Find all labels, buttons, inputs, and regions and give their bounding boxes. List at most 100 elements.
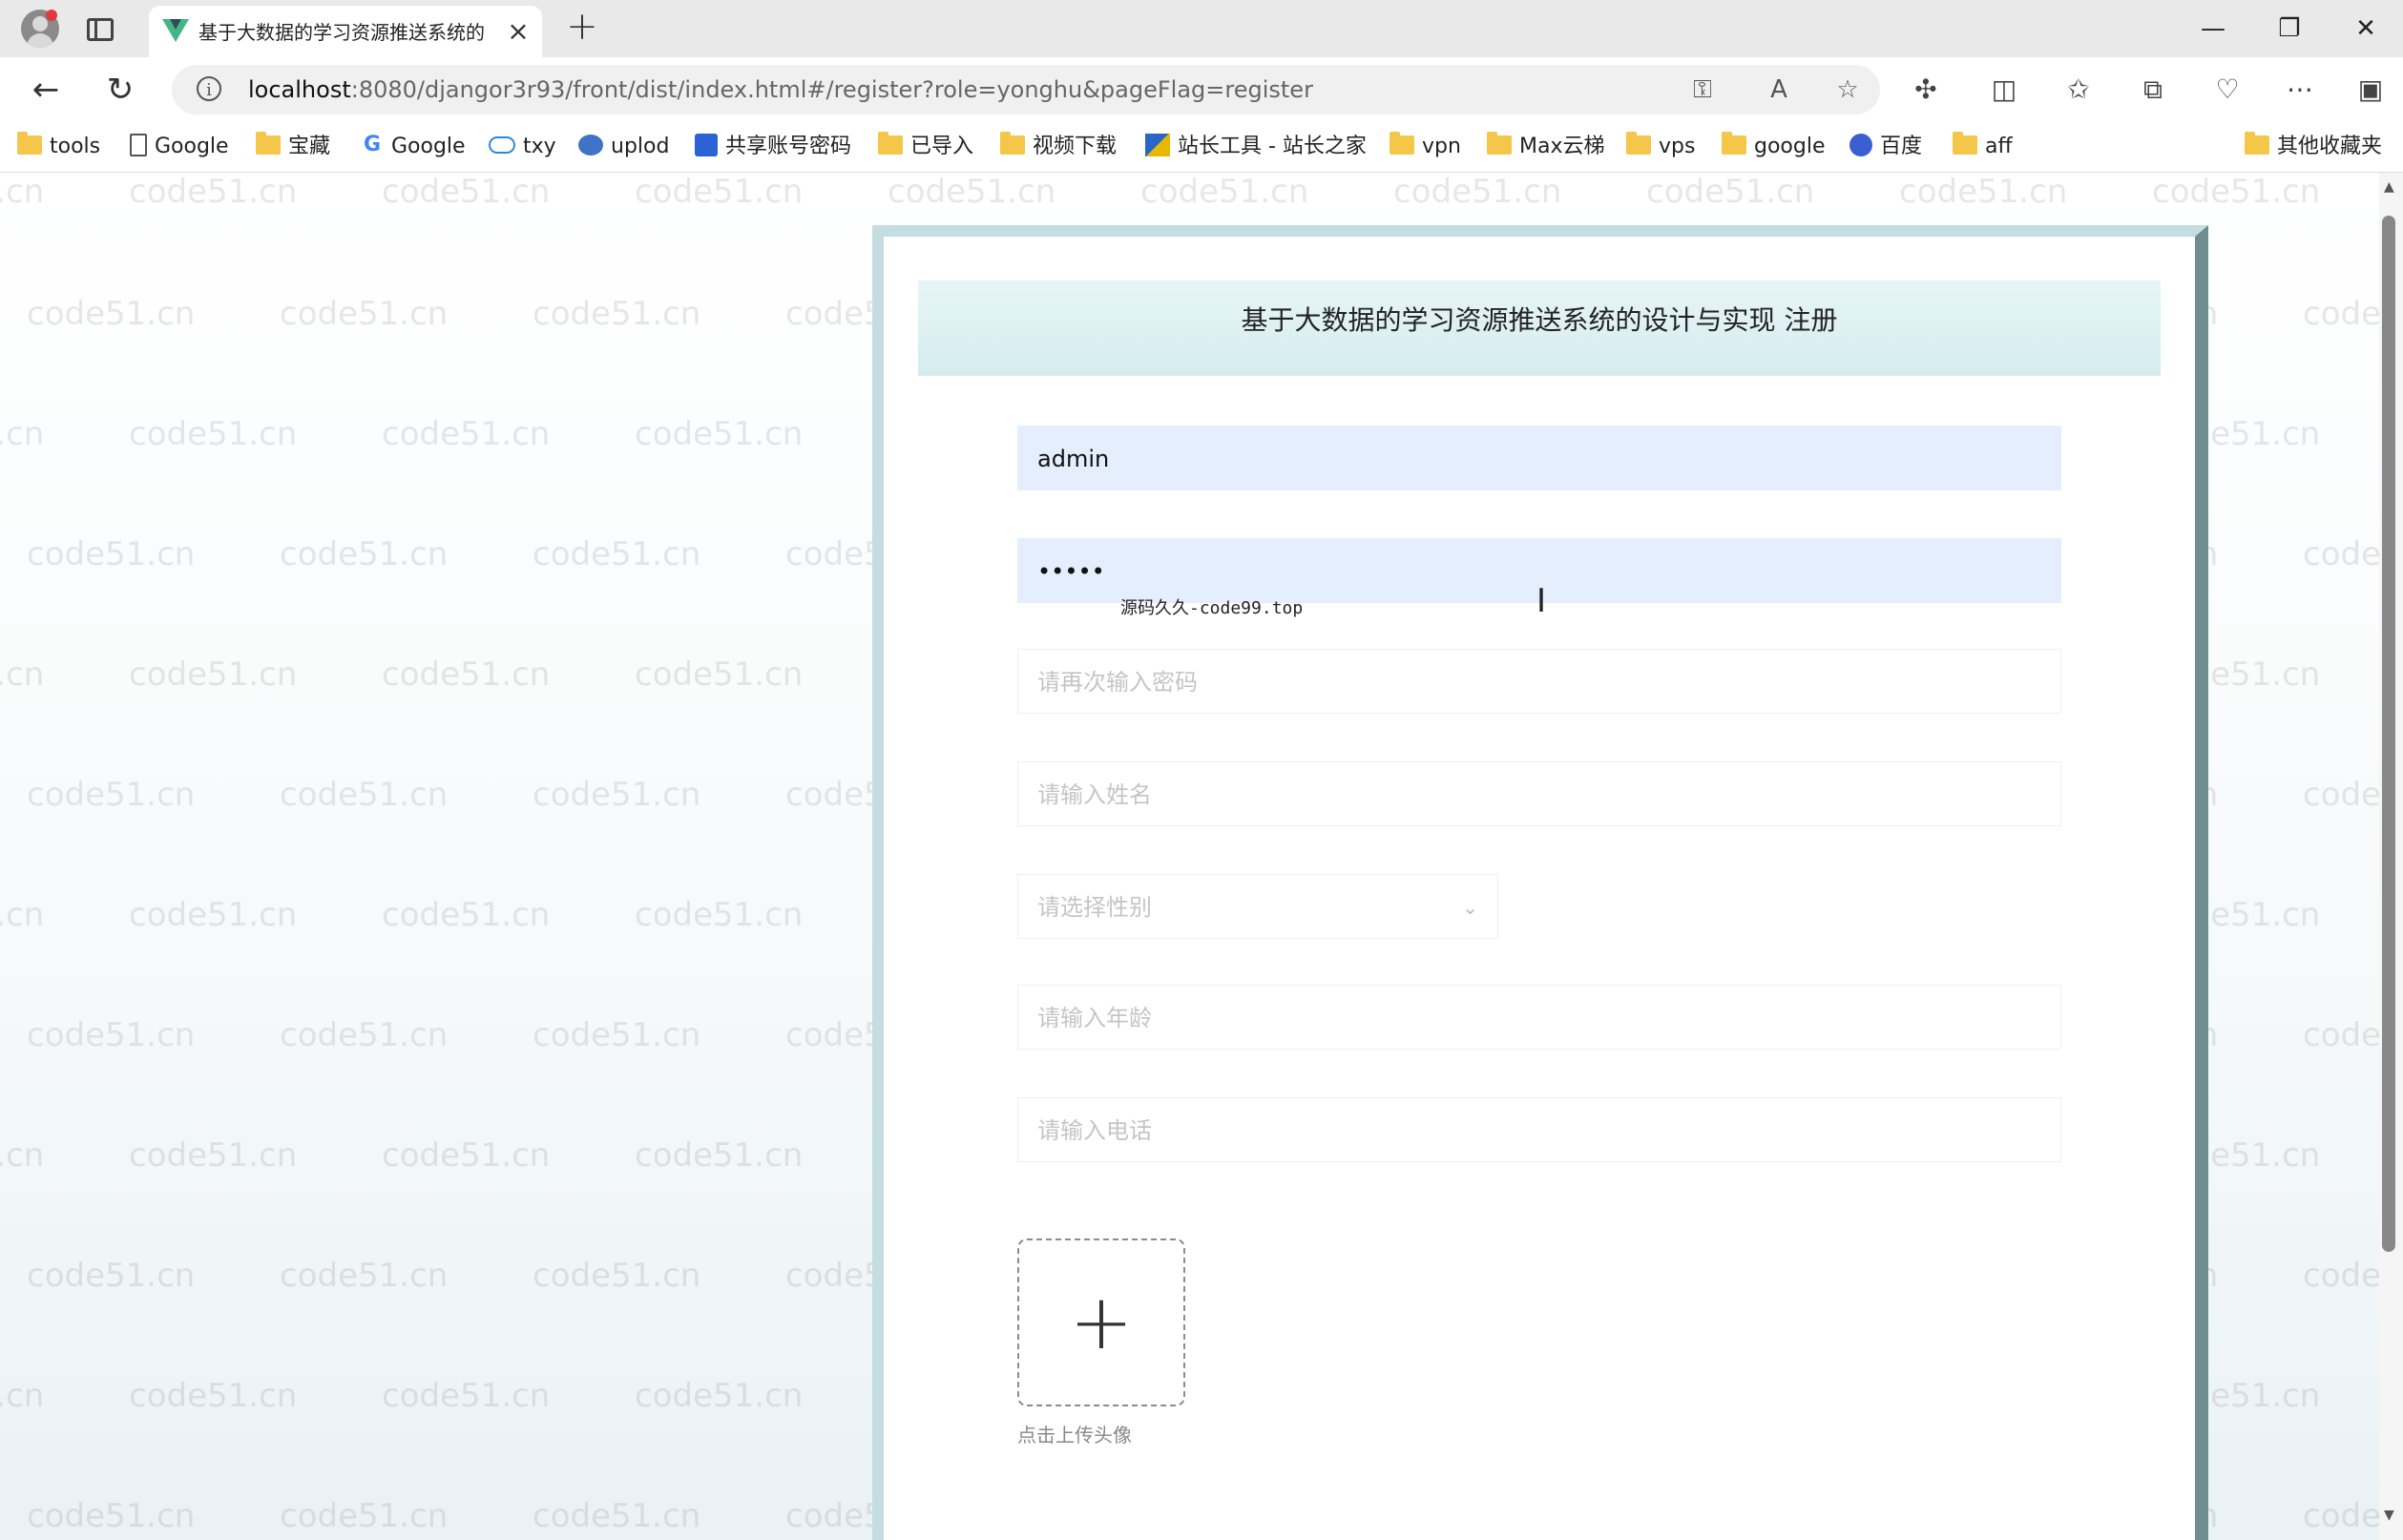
bookmark-item[interactable]: Max云梯 — [1487, 130, 1604, 164]
scroll-down-arrow-icon[interactable]: ▼ — [2384, 1508, 2394, 1523]
collections-icon[interactable]: ⧉ — [2136, 73, 2170, 107]
watermark-text: code51.cn — [2303, 776, 2379, 814]
scrollbar-thumb[interactable] — [2382, 216, 2395, 1252]
watermark-text: code51.cn — [2303, 1257, 2379, 1295]
info-icon[interactable]: i — [197, 76, 221, 101]
bookmark-item[interactable]: vps — [1626, 130, 1695, 164]
scroll-up-arrow-icon[interactable]: ▲ — [2384, 179, 2394, 195]
folder-icon — [1000, 132, 1025, 155]
tab-actions-icon[interactable] — [84, 13, 114, 42]
folder-icon — [17, 132, 42, 155]
watermark-text: code51.cn — [0, 1377, 45, 1415]
bookmark-item[interactable]: tools — [17, 130, 100, 164]
watermark-text: code51.cn — [533, 1497, 701, 1535]
watermark-text: code51.cn — [0, 1136, 45, 1175]
bookmark-item[interactable]: uplod — [578, 130, 669, 164]
app-icon — [695, 134, 718, 156]
gender-select[interactable]: 请选择性别 ⌄ — [1017, 874, 1498, 939]
watermark-text: code51.cn — [129, 1377, 298, 1415]
split-screen-icon[interactable]: ◫ — [1987, 73, 2021, 107]
reload-icon[interactable]: ↻ — [101, 71, 139, 109]
bookmark-item[interactable]: google — [1722, 130, 1826, 164]
watermark-text: code51.cn — [2303, 535, 2379, 573]
phone-field[interactable]: 请输入电话 — [1017, 1097, 2061, 1162]
folder-icon — [256, 132, 281, 155]
overlay-watermark-text: 源码久久-code99.top — [1120, 598, 1304, 618]
google-icon: G — [363, 133, 382, 156]
confirm-password-field[interactable]: 请再次输入密码 — [1017, 649, 2061, 714]
bookmark-item[interactable]: aff — [1953, 130, 2013, 164]
url-text[interactable]: localhost:8080/djangor3r93/front/dist/in… — [248, 74, 1313, 105]
watermark-text: code51.cn — [280, 1497, 449, 1535]
browser-essentials-icon[interactable]: ♡ — [2210, 73, 2245, 107]
name-field[interactable]: 请输入姓名 — [1017, 761, 2061, 826]
watermark-text: code51.cn — [27, 1016, 196, 1054]
watermark-text: code51.cn — [533, 1016, 701, 1054]
gender-select-placeholder: 请选择性别 — [1037, 894, 1152, 921]
new-tab-icon[interactable]: + — [565, 8, 599, 46]
folder-icon — [1722, 132, 1746, 155]
watermark-text: code51.cn — [280, 1257, 449, 1295]
watermark-text: code51.cn — [1393, 173, 1562, 211]
extensions-icon[interactable]: ✣ — [1909, 73, 1943, 107]
restore-button[interactable]: ❐ — [2266, 10, 2313, 48]
swirl-icon — [578, 135, 603, 156]
watermark-text: code51.cn — [27, 1257, 196, 1295]
bookmark-item[interactable]: Google — [130, 130, 229, 164]
watermark-text: code51.cn — [635, 1377, 804, 1415]
watermark-text: code51.cn — [1646, 173, 1815, 211]
favorites-icon[interactable]: ✩ — [2061, 73, 2096, 107]
watermark-text: code51.cn — [382, 656, 551, 694]
watermark-text: code51.cn — [382, 896, 551, 934]
watermark-text: code51.cn — [27, 776, 196, 814]
minimize-button[interactable]: — — [2189, 10, 2237, 48]
page-viewport: code51.cn code51.cn code51.cn code51.cn code… — [0, 173, 2379, 1540]
register-card: 基于大数据的学习资源推送系统的设计与实现 注册 admin ••••• 请再次输… — [872, 225, 2208, 1540]
watermark-text: code51.cn — [27, 535, 196, 573]
more-menu-icon[interactable]: ⋯ — [2283, 73, 2317, 107]
watermark-text: code51.cn — [0, 415, 45, 453]
folder-icon — [1487, 132, 1512, 155]
bookmark-item[interactable]: 百度 — [1849, 130, 1922, 164]
close-window-button[interactable]: ✕ — [2342, 10, 2390, 48]
browser-toolbar: ← ↻ i localhost:8080/djangor3r93/front/d… — [0, 57, 2403, 122]
username-field[interactable]: admin — [1017, 426, 2061, 490]
watermark-text: code51.cn — [280, 295, 449, 333]
avatar-upload-button[interactable]: + — [1017, 1238, 1185, 1406]
other-bookmarks[interactable]: 其他收藏夹 — [2245, 130, 2382, 164]
age-field[interactable]: 请输入年龄 — [1017, 985, 2061, 1050]
folder-icon — [1626, 132, 1651, 155]
plus-icon: + — [1069, 1278, 1134, 1366]
tab-strip: 基于大数据的学习资源推送系统的设计与实现 × + — ❐ ✕ — [0, 0, 2403, 57]
bookmark-item[interactable]: 宝藏 — [256, 130, 330, 164]
bookmark-item[interactable]: G Google — [361, 130, 466, 164]
sidebar-toggle-icon[interactable]: ▣ — [2353, 73, 2388, 107]
watermark-text: code51.cn — [1140, 173, 1309, 211]
watermark-text: code51.cn — [27, 1497, 196, 1535]
watermark-text: code51.cn — [635, 896, 804, 934]
bookmark-item[interactable]: txy — [489, 130, 556, 164]
cloud-icon — [489, 136, 515, 154]
watermark-text: code51.cn — [533, 776, 701, 814]
watermark-text: code51.cn — [382, 173, 551, 211]
bookmark-item[interactable]: 视频下载 — [1000, 130, 1117, 164]
chevron-down-icon: ⌄ — [1462, 896, 1478, 919]
browser-tab[interactable]: 基于大数据的学习资源推送系统的设计与实现 × — [149, 6, 542, 57]
watermark-text: code51.cn — [635, 1136, 804, 1175]
watermark-text: code51.cn — [129, 173, 298, 211]
watermark-text: code51.cn — [635, 656, 804, 694]
favorite-star-icon[interactable]: ☆ — [1832, 74, 1863, 105]
vue-favicon-icon — [162, 19, 189, 42]
bookmark-item[interactable]: 站长工具 - 站长之家 — [1145, 130, 1367, 164]
bookmark-item[interactable]: vpn — [1390, 130, 1461, 164]
key-icon[interactable]: ⚿ — [1687, 74, 1718, 105]
address-bar[interactable]: i localhost:8080/djangor3r93/front/dist/… — [172, 65, 1880, 114]
page-icon — [130, 134, 147, 156]
back-arrow-icon[interactable]: ← — [27, 71, 65, 109]
read-aloud-icon[interactable]: A — [1764, 74, 1794, 105]
bookmark-item[interactable]: 已导入 — [878, 130, 973, 164]
bookmark-item[interactable]: 共享账号密码 — [695, 130, 851, 164]
watermark-text: code51.cn — [635, 415, 804, 453]
tab-close-icon[interactable]: × — [504, 17, 533, 46]
watermark-text: code51.cn — [533, 295, 701, 333]
